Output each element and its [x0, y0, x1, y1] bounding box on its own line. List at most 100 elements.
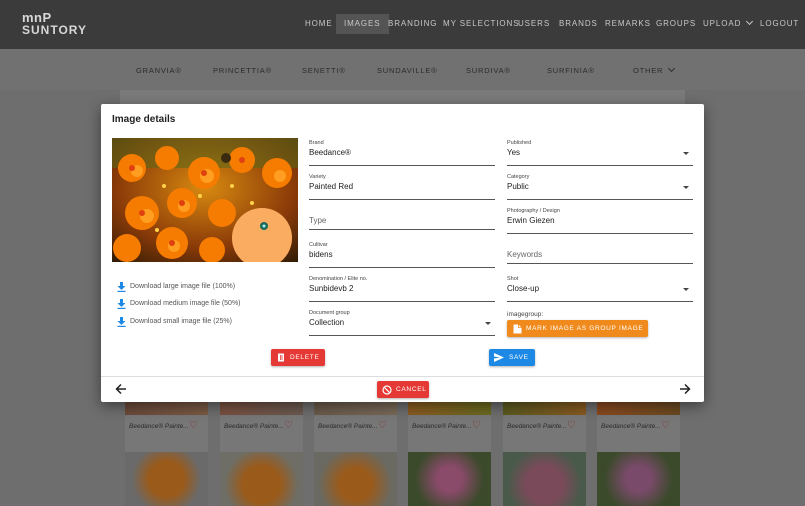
- gallery-thumbnail[interactable]: [408, 452, 491, 506]
- variety-value: Painted Red: [309, 182, 354, 191]
- keywords-field[interactable]: Keywords: [507, 238, 693, 264]
- document-group-select[interactable]: Document group Collection: [309, 310, 495, 336]
- image-details-dialog: Image details Download large image file …: [101, 104, 704, 402]
- photography-label: Photography / Design: [507, 208, 560, 214]
- card-caption: Beedance® Painte...: [412, 423, 472, 430]
- gallery-thumbnail: [314, 400, 397, 415]
- shot-value: Close-up: [507, 284, 540, 293]
- subnav-other[interactable]: OTHER: [633, 64, 676, 75]
- keywords-placeholder: Keywords: [507, 250, 543, 259]
- nav-home[interactable]: HOME: [297, 14, 341, 34]
- variety-field[interactable]: Variety Painted Red: [309, 174, 495, 200]
- published-label: Published: [507, 140, 532, 146]
- nav-logout[interactable]: LOGOUT: [752, 14, 805, 34]
- heart-icon[interactable]: ♡: [378, 420, 387, 431]
- download-icon: [117, 317, 126, 327]
- file-icon: [513, 324, 522, 334]
- subnav-surdiva[interactable]: SURDIVA®: [466, 66, 511, 75]
- photography-field[interactable]: Photography / Design Erwin Giezen: [507, 208, 693, 234]
- heart-icon[interactable]: ♡: [189, 420, 198, 431]
- category-select[interactable]: Category Public: [507, 174, 693, 200]
- dialog-title: Image details: [112, 114, 176, 125]
- cultivar-label: Cultivar: [309, 242, 328, 248]
- card-caption: Beedance® Painte...: [129, 423, 189, 430]
- subnav-surfinia[interactable]: SURFINIA®: [547, 66, 595, 75]
- send-icon: [494, 353, 504, 362]
- dialog-footer-divider: [101, 376, 704, 377]
- gallery-thumbnail[interactable]: [220, 452, 303, 506]
- shot-label: Shot: [507, 276, 519, 282]
- variety-label: Variety: [309, 174, 326, 180]
- nav-upload[interactable]: UPLOAD: [695, 14, 760, 34]
- subnav-other-label: OTHER: [633, 66, 664, 75]
- subnav-princettia[interactable]: PRINCETTIA®: [213, 66, 272, 75]
- denomination-label: Denomination / Elite no.: [309, 276, 368, 282]
- block-icon: [382, 384, 392, 395]
- gallery-thumbnail: [597, 400, 680, 415]
- gallery-thumbnail[interactable]: [125, 452, 208, 506]
- download-icon: [117, 299, 126, 309]
- brand-subnav: GRANVIA® PRINCETTIA® SENETTI® SUNDAVILLE…: [0, 49, 805, 90]
- cultivar-value: bidens: [309, 250, 333, 259]
- dropdown-arrow-icon: [683, 288, 689, 291]
- brand-label: Brand: [309, 140, 324, 146]
- gallery-thumbnail[interactable]: [314, 452, 397, 506]
- category-value: Public: [507, 182, 529, 191]
- arrow-right-icon[interactable]: [679, 383, 691, 395]
- arrow-left-icon[interactable]: [115, 383, 127, 395]
- dropdown-arrow-icon: [683, 186, 689, 189]
- shot-select[interactable]: Shot Close-up: [507, 276, 693, 302]
- gallery-thumbnail: [503, 400, 586, 415]
- main-nav: HOME IMAGES BRANDING MY SELECTIONS USERS…: [0, 14, 805, 34]
- photography-value: Erwin Giezen: [507, 216, 555, 225]
- heart-icon[interactable]: ♡: [661, 420, 670, 431]
- type-field[interactable]: Type: [309, 204, 495, 230]
- gallery-thumbnail: [125, 400, 208, 415]
- save-button[interactable]: SAVE: [489, 349, 535, 366]
- download-small-label: Download small image file (25%): [130, 318, 232, 325]
- subnav-granvia[interactable]: GRANVIA®: [136, 66, 182, 75]
- denomination-value: Sunbidevb 2: [309, 284, 354, 293]
- download-large-label: Download large image file (100%): [130, 283, 236, 290]
- cancel-label: CANCEL: [396, 386, 427, 393]
- cancel-button[interactable]: CANCEL: [377, 381, 429, 398]
- gallery-thumbnail[interactable]: [503, 452, 586, 506]
- chevron-down-icon: [668, 64, 676, 73]
- category-label: Category: [507, 174, 530, 180]
- save-label: SAVE: [509, 354, 529, 361]
- document-group-value: Collection: [309, 318, 345, 327]
- denomination-field[interactable]: Denomination / Elite no. Sunbidevb 2: [309, 276, 495, 302]
- published-value: Yes: [507, 148, 521, 157]
- delete-label: DELETE: [290, 354, 320, 361]
- delete-icon: [278, 353, 284, 362]
- imagegroup-label: imagegroup:: [507, 311, 544, 318]
- nav-upload-label: UPLOAD: [703, 19, 742, 28]
- gallery-thumbnail[interactable]: [597, 452, 680, 506]
- gallery-thumbnail: [220, 400, 303, 415]
- dropdown-arrow-icon: [485, 322, 491, 325]
- heart-icon[interactable]: ♡: [284, 420, 293, 431]
- subnav-sundaville[interactable]: SUNDAVILLE®: [377, 66, 437, 75]
- card-caption: Beedance® Painte...: [601, 423, 661, 430]
- top-navigation-bar: mnP SUNTORY HOME IMAGES BRANDING MY SELE…: [0, 0, 805, 49]
- dropdown-arrow-icon: [683, 152, 689, 155]
- document-group-label: Document group: [309, 310, 350, 316]
- type-placeholder: Type: [309, 216, 327, 225]
- card-caption: Beedance® Painte...: [507, 423, 567, 430]
- published-select[interactable]: Published Yes: [507, 140, 693, 166]
- download-medium-label: Download medium image file (50%): [130, 300, 241, 307]
- cultivar-field[interactable]: Cultivar bidens: [309, 242, 495, 268]
- gallery-thumbnail: [408, 400, 491, 415]
- card-caption: Beedance® Painte...: [224, 423, 284, 430]
- brand-field[interactable]: Brand Beedance®: [309, 140, 495, 166]
- delete-button[interactable]: DELETE: [271, 349, 325, 366]
- card-caption: Beedance® Painte...: [318, 423, 378, 430]
- flower-photo-illustration: [112, 138, 298, 262]
- mark-group-image-label: MARK IMAGE AS GROUP IMAGE: [526, 325, 644, 332]
- flower-photo: [112, 138, 298, 262]
- subnav-senetti[interactable]: SENETTI®: [302, 66, 346, 75]
- heart-icon[interactable]: ♡: [567, 420, 576, 431]
- download-icon: [117, 282, 126, 292]
- heart-icon[interactable]: ♡: [472, 420, 481, 431]
- mark-group-image-button[interactable]: MARK IMAGE AS GROUP IMAGE: [507, 320, 648, 337]
